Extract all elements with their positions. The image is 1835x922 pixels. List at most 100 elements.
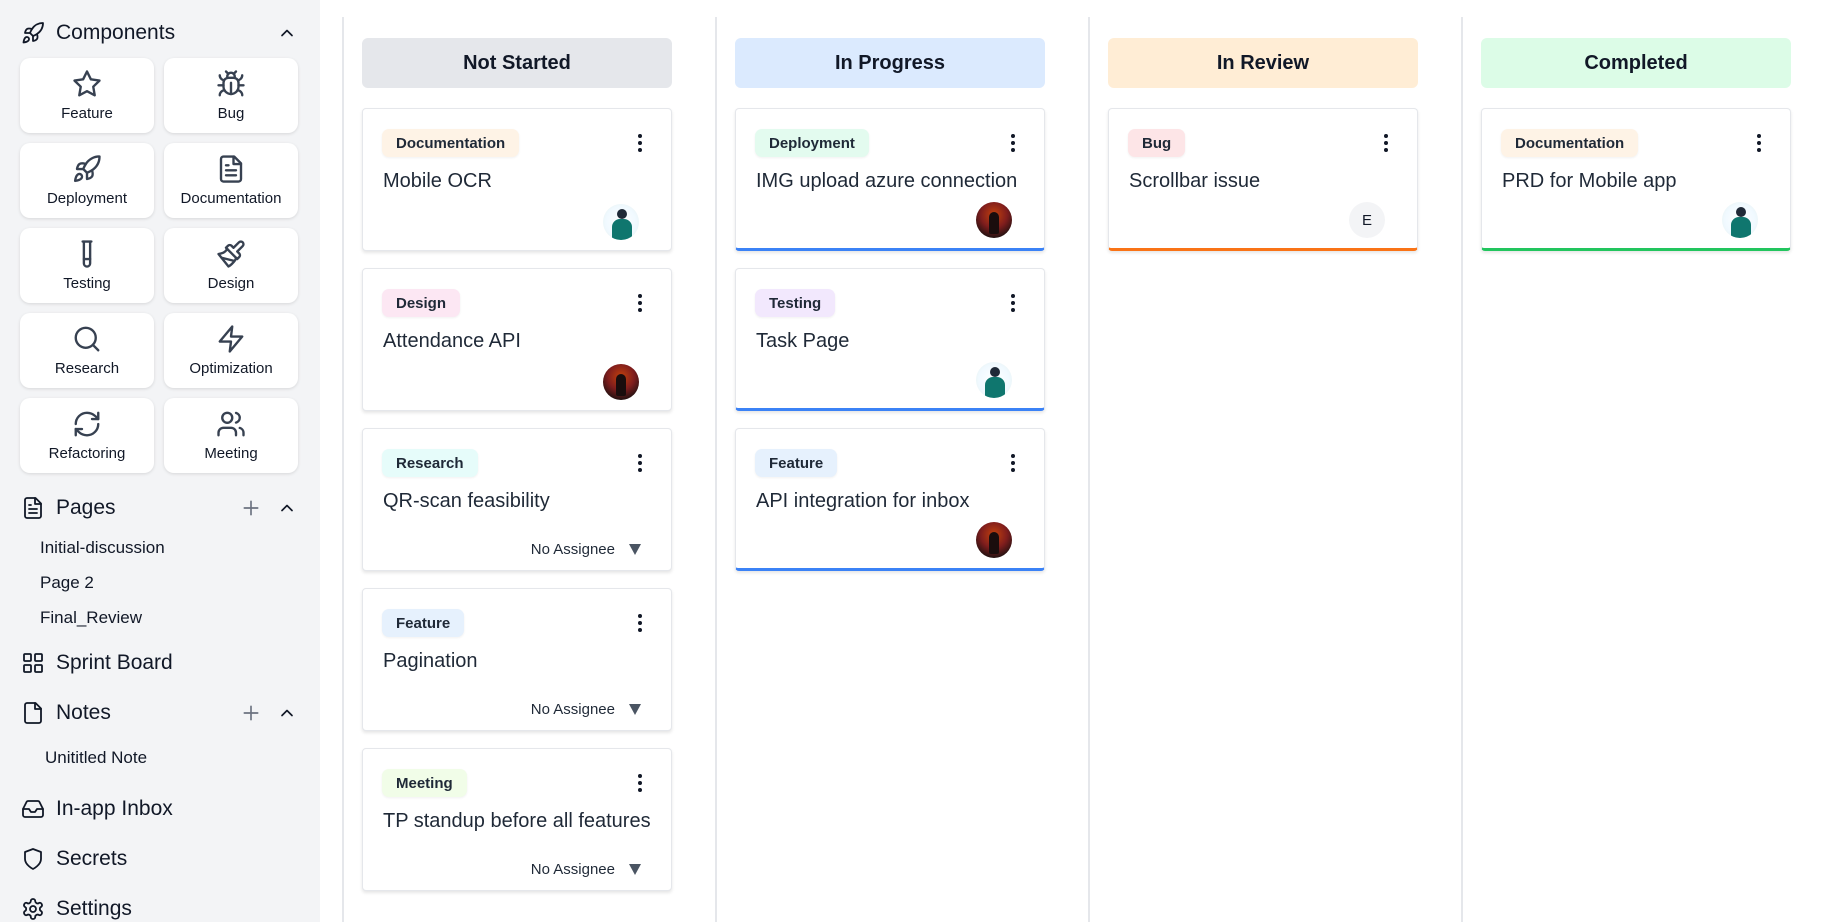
component-deployment[interactable]: Deployment <box>20 143 154 218</box>
sidebar-item-settings[interactable]: Settings <box>20 894 298 922</box>
sidebar-item-secrets[interactable]: Secrets <box>20 844 298 874</box>
component-research[interactable]: Research <box>20 313 154 388</box>
more-options-icon[interactable] <box>1007 451 1019 475</box>
column-divider <box>715 17 717 922</box>
component-documentation[interactable]: Documentation <box>164 143 298 218</box>
category-tag: Documentation <box>382 129 520 157</box>
component-label: Deployment <box>46 190 128 207</box>
pages-section-header[interactable]: Pages <box>20 493 298 523</box>
component-label: Meeting <box>204 445 258 462</box>
sprint-board-label: Sprint Board <box>56 651 173 674</box>
task-title: Mobile OCR <box>383 170 492 192</box>
task-title: QR-scan feasibility <box>383 490 550 512</box>
task-card[interactable]: Bug Scrollbar issue E <box>1108 108 1418 251</box>
collapse-components-chevron-icon[interactable] <box>276 22 298 44</box>
pages-label: Pages <box>56 496 116 519</box>
secrets-label: Secrets <box>56 847 128 870</box>
assignee-avatar[interactable]: E <box>1349 202 1385 238</box>
zap-icon <box>218 325 244 353</box>
inbox-icon <box>20 796 46 822</box>
more-options-icon[interactable] <box>634 131 646 155</box>
component-label: Documentation <box>180 190 282 207</box>
rocket-icon <box>20 20 46 46</box>
column-header: Completed <box>1481 38 1791 88</box>
assignee-avatar[interactable] <box>976 522 1012 558</box>
category-tag: Bug <box>1128 129 1186 157</box>
task-card[interactable]: Design Attendance API <box>362 268 672 411</box>
assignee-avatar[interactable] <box>1722 202 1758 238</box>
dropdown-caret-icon <box>629 544 641 555</box>
test-tube-icon <box>81 240 93 268</box>
assignee-dropdown-label: No Assignee <box>530 861 615 878</box>
page-item[interactable]: Final_Review <box>40 608 142 628</box>
file-icon <box>20 700 46 726</box>
component-design[interactable]: Design <box>164 228 298 303</box>
category-tag: Feature <box>382 609 465 637</box>
page-item[interactable]: Initial-discussion <box>40 538 165 558</box>
more-options-icon[interactable] <box>1007 131 1019 155</box>
category-tag: Meeting <box>382 769 467 797</box>
component-label: Bug <box>217 105 245 122</box>
add-page-plus-icon[interactable] <box>240 497 262 519</box>
task-card[interactable]: Meeting TP standup before all features No … <box>362 748 672 891</box>
task-card[interactable]: Research QR-scan feasibility No Assignee <box>362 428 672 571</box>
sprint-board: Not Started Documentation Mobile OCR Design… <box>320 0 1835 922</box>
task-card[interactable]: Feature API integration for inbox <box>735 428 1045 571</box>
refresh-icon <box>74 411 100 437</box>
app: Components Feature Bug Deployment Docume… <box>0 0 1835 922</box>
assignee-dropdown[interactable]: No Assignee <box>531 861 641 878</box>
task-title: API integration for inbox <box>756 490 970 512</box>
assignee-avatar[interactable] <box>976 362 1012 398</box>
task-card[interactable]: Deployment IMG upload azure connection <box>735 108 1045 251</box>
more-options-icon[interactable] <box>1380 131 1392 155</box>
rocket-icon <box>73 155 101 183</box>
more-options-icon[interactable] <box>634 771 646 795</box>
more-options-icon[interactable] <box>1753 131 1765 155</box>
dropdown-caret-icon <box>629 704 641 715</box>
bug-icon <box>217 70 245 97</box>
task-card[interactable]: Feature Pagination No Assignee <box>362 588 672 731</box>
components-label: Components <box>56 21 176 44</box>
sidebar-item-inbox[interactable]: In-app Inbox <box>20 794 298 824</box>
component-meeting[interactable]: Meeting <box>164 398 298 473</box>
category-tag: Research <box>382 449 478 477</box>
collapse-pages-chevron-icon[interactable] <box>276 497 298 519</box>
component-feature[interactable]: Feature <box>20 58 154 133</box>
column-header: Not Started <box>362 38 672 88</box>
task-card[interactable]: Testing Task Page <box>735 268 1045 411</box>
column-divider <box>342 17 344 922</box>
note-item[interactable]: Unititled Note <box>45 748 147 768</box>
notes-section-header[interactable]: Notes <box>20 698 298 728</box>
category-tag: Design <box>382 289 461 317</box>
inbox-label: In-app Inbox <box>56 797 173 820</box>
more-options-icon[interactable] <box>634 611 646 635</box>
assignee-avatar[interactable] <box>976 202 1012 238</box>
assignee-dropdown[interactable]: No Assignee <box>531 701 641 718</box>
more-options-icon[interactable] <box>634 451 646 475</box>
column-divider <box>1461 17 1463 922</box>
column-header: In Progress <box>735 38 1045 88</box>
category-tag: Deployment <box>755 129 869 157</box>
component-bug[interactable]: Bug <box>164 58 298 133</box>
sidebar-item-sprint-board[interactable]: Sprint Board <box>20 648 298 678</box>
task-card[interactable]: Documentation Mobile OCR <box>362 108 672 251</box>
task-title: PRD for Mobile app <box>1502 170 1677 192</box>
add-note-plus-icon[interactable] <box>240 702 262 724</box>
dropdown-caret-icon <box>629 864 641 875</box>
sidebar: Components Feature Bug Deployment Docume… <box>0 0 320 922</box>
more-options-icon[interactable] <box>1007 291 1019 315</box>
page-item[interactable]: Page 2 <box>40 573 94 593</box>
collapse-notes-chevron-icon[interactable] <box>276 702 298 724</box>
component-label: Refactoring <box>48 445 126 462</box>
assignee-avatar[interactable] <box>603 204 639 240</box>
component-refactoring[interactable]: Refactoring <box>20 398 154 473</box>
component-testing[interactable]: Testing <box>20 228 154 303</box>
category-tag: Testing <box>755 289 836 317</box>
components-section-header[interactable]: Components <box>20 18 298 48</box>
more-options-icon[interactable] <box>634 291 646 315</box>
assignee-dropdown-label: No Assignee <box>530 701 615 718</box>
task-card[interactable]: Documentation PRD for Mobile app <box>1481 108 1791 251</box>
assignee-dropdown[interactable]: No Assignee <box>531 541 641 558</box>
component-optimization[interactable]: Optimization <box>164 313 298 388</box>
assignee-avatar[interactable] <box>603 364 639 400</box>
